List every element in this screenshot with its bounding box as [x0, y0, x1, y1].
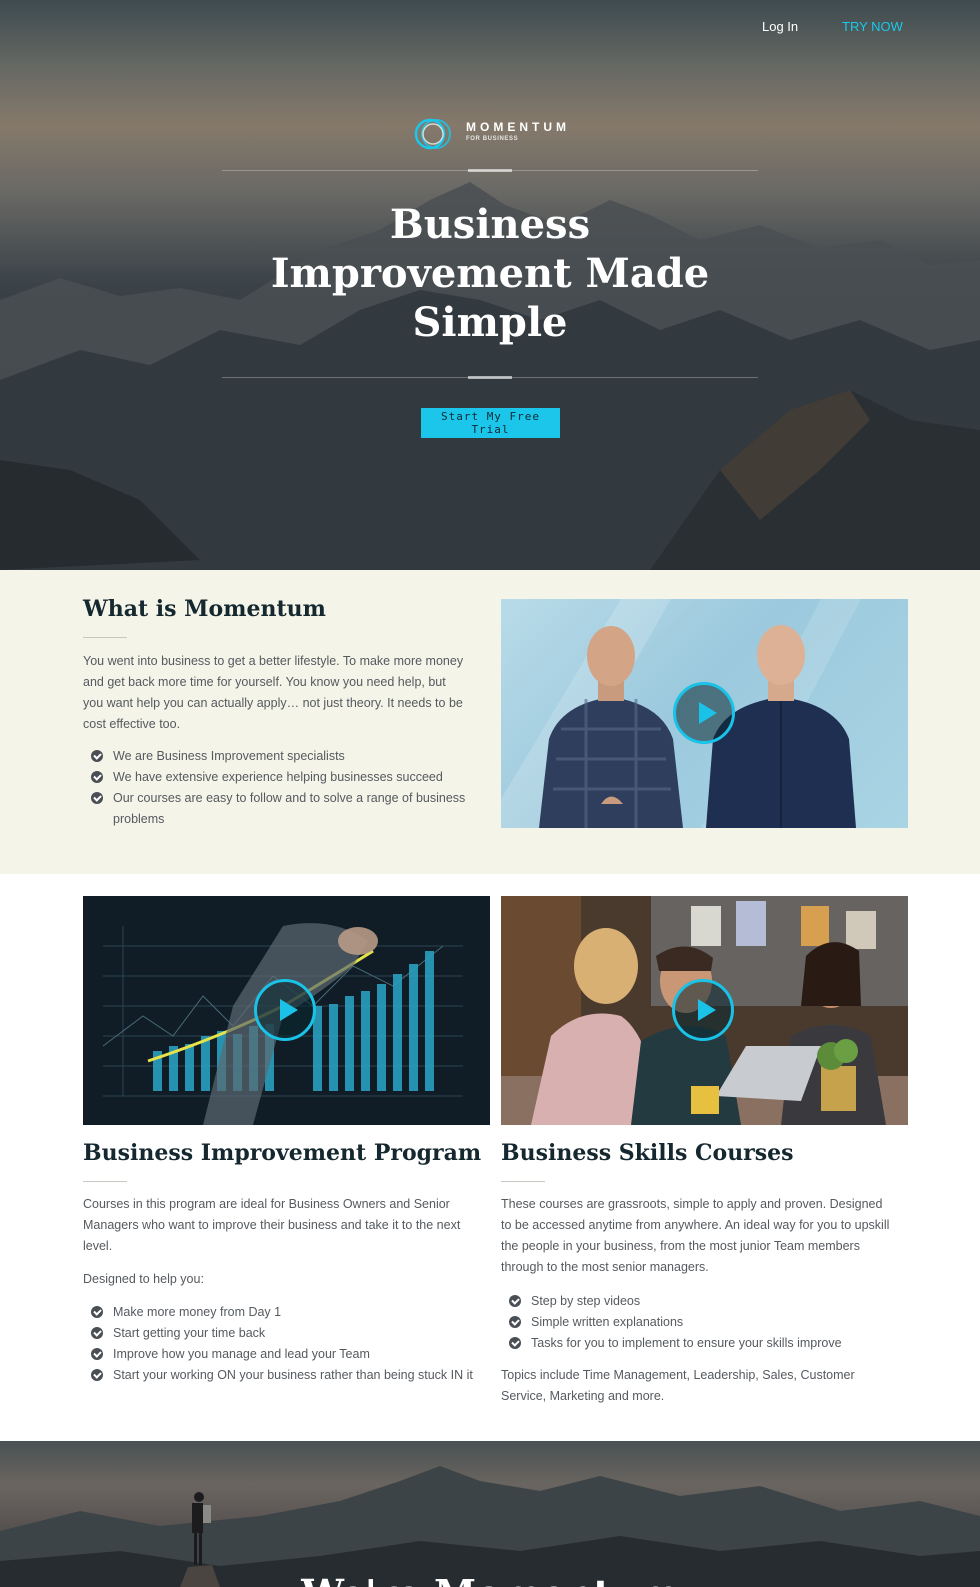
program-title: Business Improvement Program	[83, 1140, 482, 1166]
program-video[interactable]	[83, 896, 490, 1125]
hero-title-line-1: Business	[389, 201, 591, 248]
login-link[interactable]: Log In	[762, 19, 798, 34]
check-text: Simple written explanations	[531, 1315, 684, 1329]
list-item: Tasks for you to implement to ensure you…	[501, 1333, 901, 1354]
check-text: Tasks for you to implement to ensure you…	[531, 1336, 842, 1350]
try-now-link[interactable]: TRY NOW	[842, 19, 903, 34]
list-item: We are Business Improvement specialists	[83, 746, 468, 767]
skills-checklist: Step by step videos Simple written expla…	[501, 1291, 901, 1354]
skills-rule	[501, 1181, 545, 1182]
check-circle-icon	[91, 792, 103, 804]
bottom-banner: We're Momentum	[0, 1441, 980, 1587]
list-item: We have extensive experience helping bus…	[83, 767, 468, 788]
hero-divider-bottom-mark	[468, 376, 512, 379]
what-rule	[83, 637, 127, 638]
play-icon[interactable]	[254, 979, 316, 1041]
start-free-trial-button[interactable]: Start My Free Trial	[421, 408, 560, 438]
skills-body: These courses are grassroots, simple to …	[501, 1197, 890, 1274]
check-circle-icon	[91, 1348, 103, 1360]
check-text: We are Business Improvement specialists	[113, 749, 345, 763]
check-circle-icon	[91, 1327, 103, 1339]
logo-rings-icon	[414, 118, 451, 150]
what-title: What is Momentum	[83, 596, 326, 622]
what-checklist: We are Business Improvement specialists …	[83, 746, 468, 830]
check-circle-icon	[509, 1316, 521, 1328]
what-is-section: What is Momentum You went into business …	[0, 570, 980, 874]
program-rule	[83, 1181, 127, 1182]
check-text: Our courses are easy to follow and to so…	[113, 791, 466, 826]
what-body: You went into business to get a better l…	[83, 654, 464, 731]
check-text: Step by step videos	[531, 1294, 641, 1308]
program-checklist: Make more money from Day 1 Start getting…	[83, 1302, 483, 1386]
momentum-logo[interactable]: MOMENTUM FOR BUSINESS	[412, 116, 582, 152]
hero-title: Business Improvement Made Simple	[240, 200, 740, 347]
program-designed: Designed to help you:	[83, 1272, 204, 1286]
skills-topics: Topics include Time Management, Leadersh…	[501, 1368, 855, 1403]
check-text: Improve how you manage and lead your Tea…	[113, 1347, 370, 1361]
check-text: We have extensive experience helping bus…	[113, 770, 443, 784]
check-circle-icon	[91, 771, 103, 783]
check-text: Start getting your time back	[113, 1326, 266, 1340]
logo-subtitle: FOR BUSINESS	[466, 136, 519, 142]
check-text: Make more money from Day 1	[113, 1305, 282, 1319]
list-item: Improve how you manage and lead your Tea…	[83, 1344, 483, 1365]
logo-wordmark: MOMENTUM	[466, 120, 570, 134]
hero-divider-top-mark	[468, 169, 512, 172]
check-circle-icon	[91, 1369, 103, 1381]
check-circle-icon	[91, 1306, 103, 1318]
list-item: Start your working ON your business rath…	[83, 1365, 483, 1386]
banner-title: We're Momentum	[0, 1571, 980, 1587]
list-item: Start getting your time back	[83, 1323, 483, 1344]
list-item: Step by step videos	[501, 1291, 901, 1312]
list-item: Our courses are easy to follow and to so…	[83, 788, 468, 830]
play-icon[interactable]	[673, 682, 735, 744]
intro-video[interactable]	[501, 599, 908, 828]
check-circle-icon	[509, 1337, 521, 1349]
check-circle-icon	[91, 750, 103, 762]
check-text: Start your working ON your business rath…	[113, 1368, 473, 1382]
check-circle-icon	[509, 1295, 521, 1307]
hiker-mountain-image	[0, 1466, 980, 1587]
list-item: Make more money from Day 1	[83, 1302, 483, 1323]
play-icon[interactable]	[672, 979, 734, 1041]
list-item: Simple written explanations	[501, 1312, 901, 1333]
program-body: Courses in this program are ideal for Bu…	[83, 1197, 461, 1253]
hero-section: Log In TRY NOW MOMENTUM FOR BUSINESS Bus…	[0, 0, 980, 570]
skills-title: Business Skills Courses	[501, 1140, 794, 1166]
hero-title-line-3: Simple	[412, 299, 568, 346]
hero-title-line-2: Improvement Made	[270, 250, 710, 297]
skills-video[interactable]	[501, 896, 908, 1125]
